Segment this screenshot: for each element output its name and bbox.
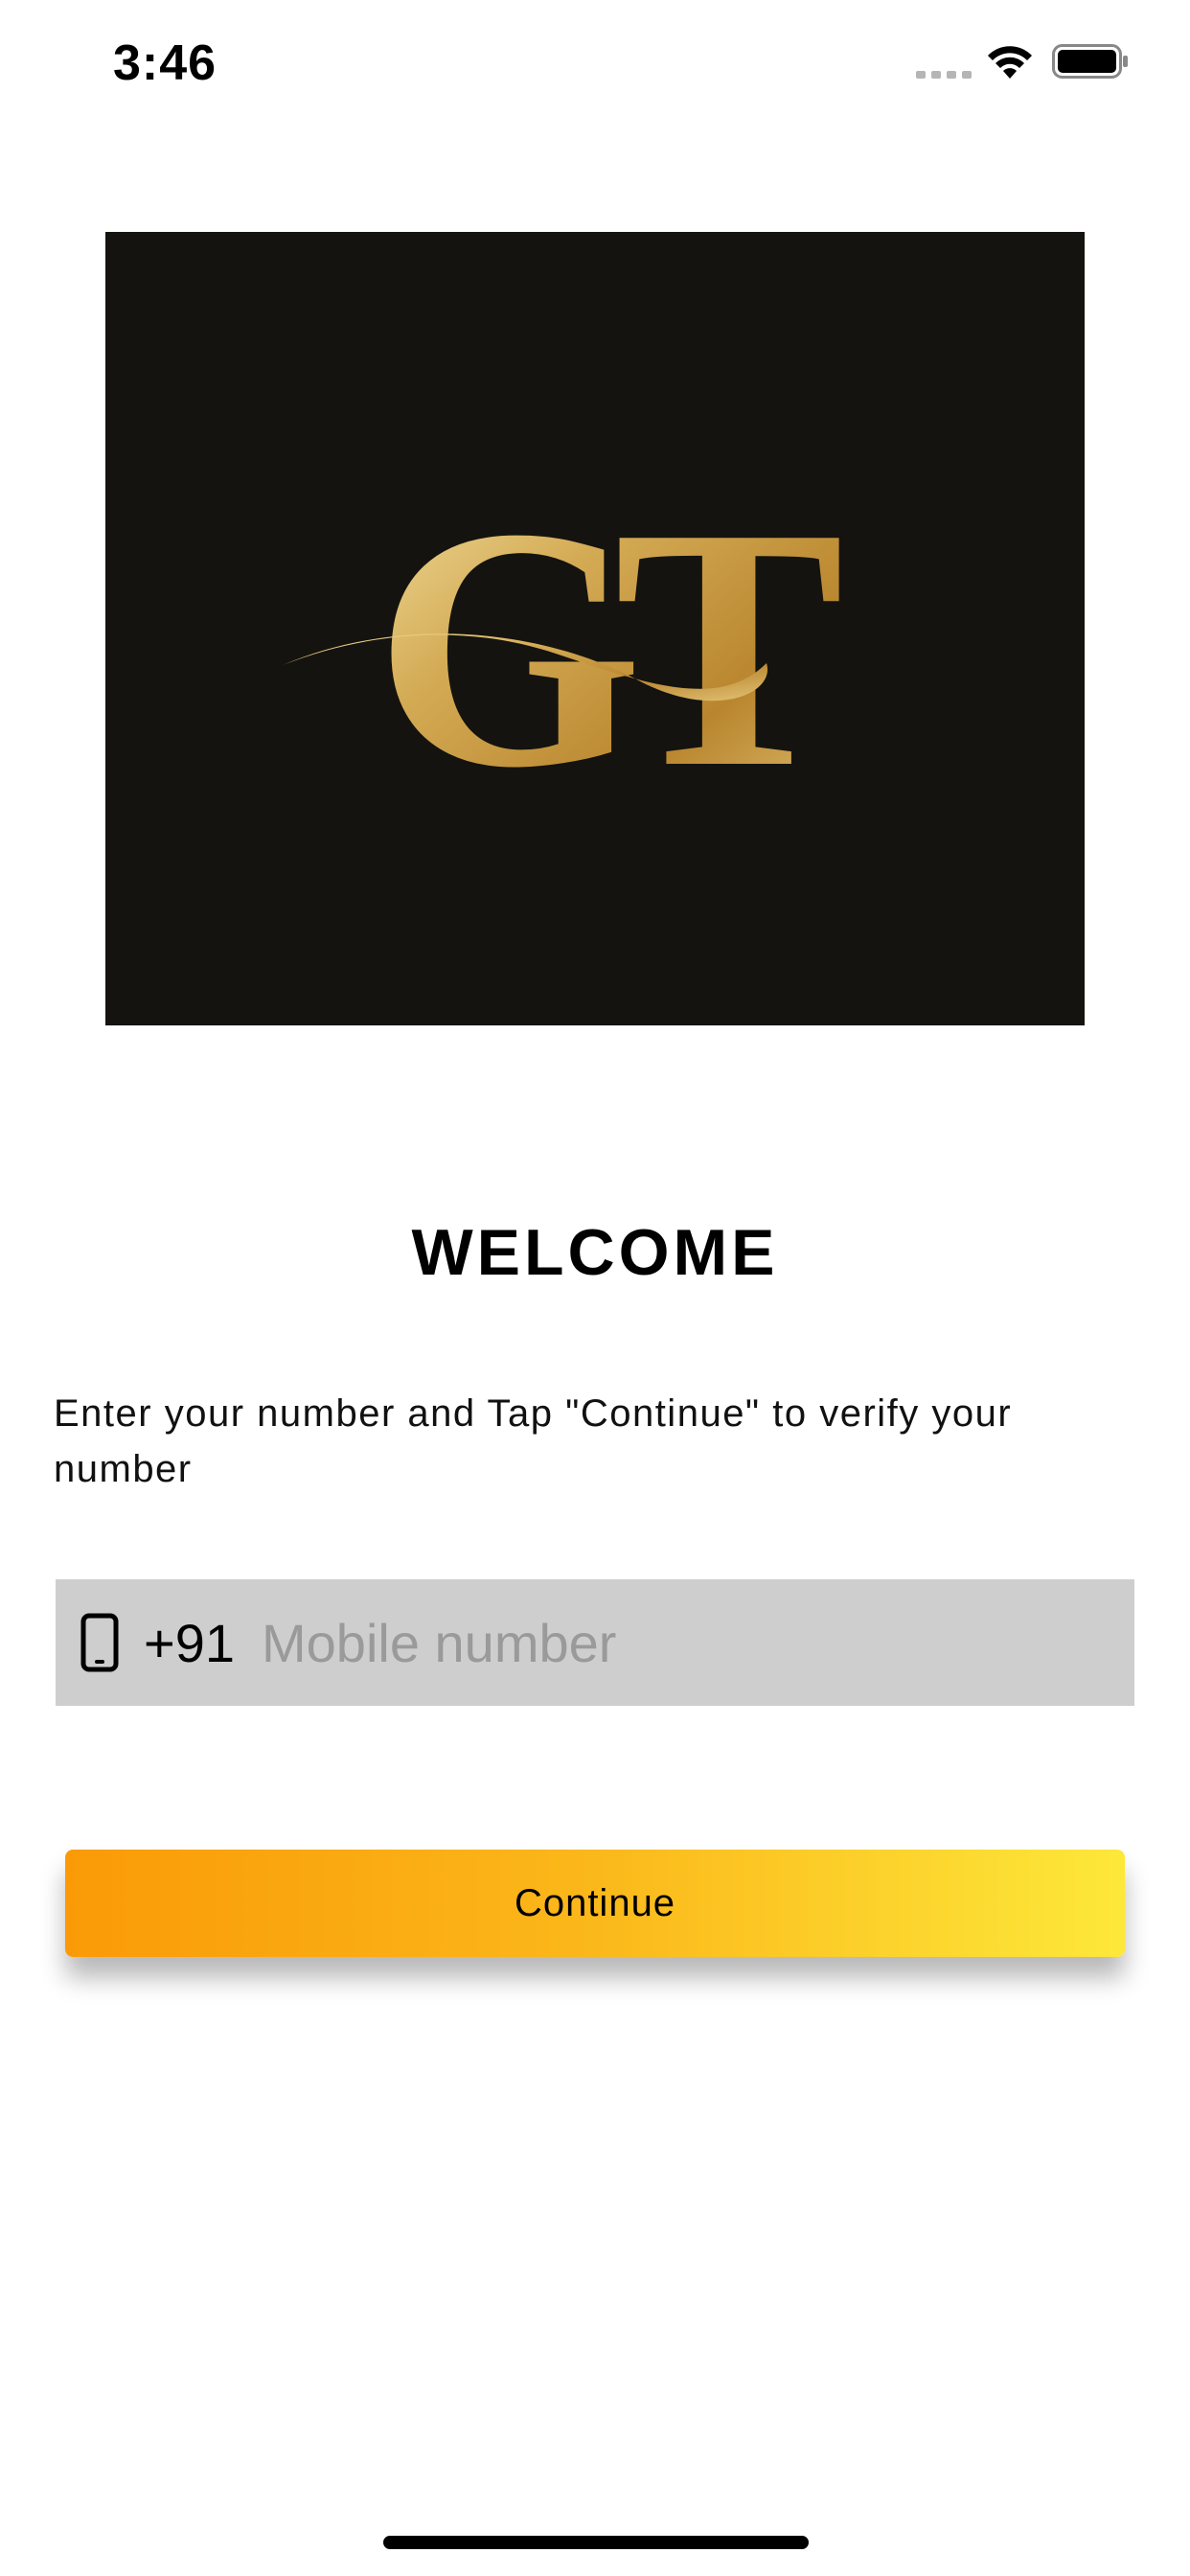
continue-button[interactable]: Continue <box>65 1850 1125 1957</box>
mobile-number-input[interactable] <box>262 1579 1134 1706</box>
country-code[interactable]: +91 <box>144 1612 235 1674</box>
status-bar: 3:46 <box>0 0 1190 134</box>
gt-logo-mark: GT <box>283 456 869 839</box>
signal-icon <box>916 71 972 79</box>
mobile-phone-icon <box>80 1613 119 1672</box>
home-indicator[interactable] <box>383 2536 809 2549</box>
wifi-icon <box>988 46 1032 79</box>
battery-icon <box>1052 44 1128 79</box>
instructions-text: Enter your number and Tap "Continue" to … <box>54 1392 1013 1490</box>
status-time: 3:46 <box>113 35 217 91</box>
logo-text: GT <box>375 456 840 839</box>
phone-number-field[interactable]: +91 <box>56 1579 1134 1706</box>
welcome-title: WELCOME <box>411 1216 779 1289</box>
gt-logo: GT <box>105 232 1085 1025</box>
